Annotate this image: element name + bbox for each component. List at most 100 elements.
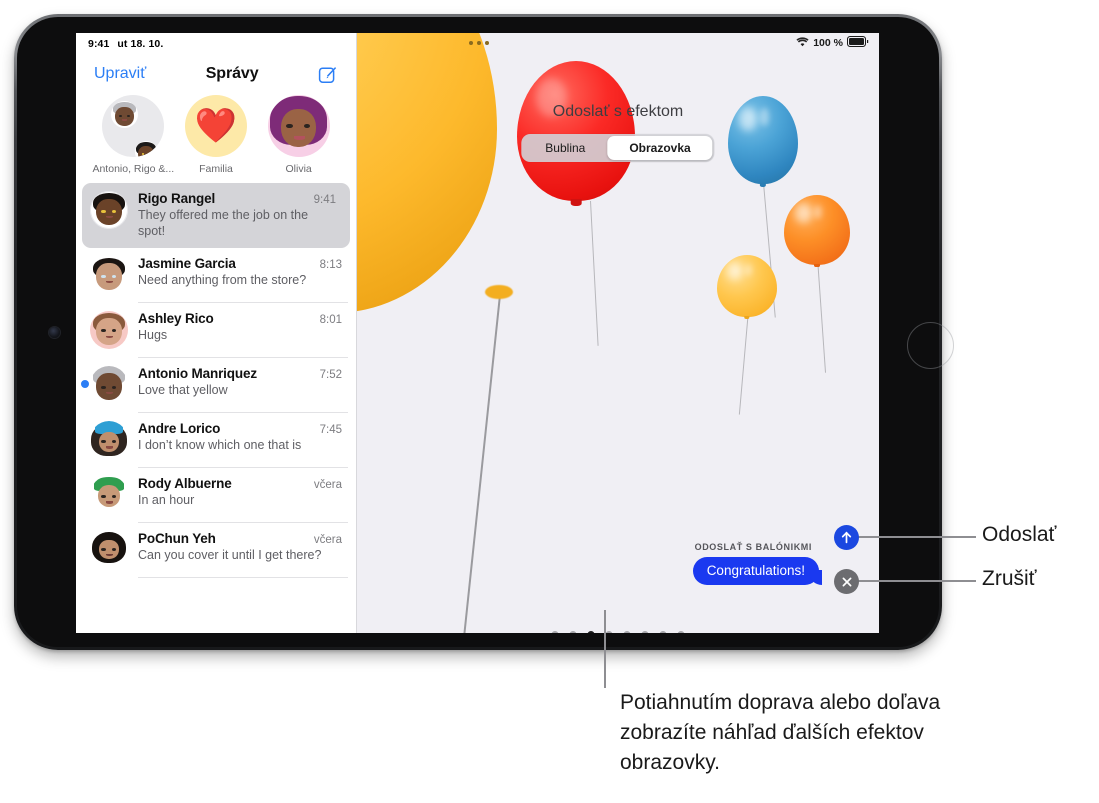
conversation-name: Antonio Manriquez bbox=[138, 365, 257, 381]
pinned-item-olivia[interactable]: Olivia bbox=[262, 95, 336, 175]
conversation-time: 7:45 bbox=[319, 423, 342, 436]
screenshot-root: 9:41 ut 18. 10. Upraviť Správy Antonio, … bbox=[0, 0, 1099, 803]
balloon-orange bbox=[784, 195, 850, 268]
balloon-string-big-yellow bbox=[462, 294, 501, 633]
heart-emoji-avatar: ❤️ bbox=[184, 95, 247, 157]
balloon-string-small-yellow bbox=[738, 309, 749, 415]
conversation-row-rigo-rangel[interactable]: Rigo Rangel 9:41 They offered me the job… bbox=[82, 183, 350, 248]
segment-obrazovka[interactable]: Obrazovka bbox=[607, 136, 713, 160]
wifi-icon bbox=[796, 36, 809, 50]
page-dot[interactable] bbox=[551, 631, 559, 633]
conversation-time: 8:01 bbox=[319, 313, 342, 326]
avatar bbox=[90, 420, 128, 459]
conversation-row-rody-albuerne[interactable]: Rody Albuerne včera In an hour bbox=[76, 468, 356, 522]
conversation-name: Jasmine Garcia bbox=[138, 255, 236, 271]
conversation-row-jasmine-garcia[interactable]: Jasmine Garcia 8:13 Need anything from t… bbox=[76, 248, 356, 302]
balloon-red bbox=[517, 61, 635, 206]
edit-button[interactable]: Upraviť bbox=[94, 65, 146, 83]
page-title: Správy bbox=[205, 65, 259, 82]
effect-type-segmented-control[interactable]: Bublina Obrazovka bbox=[521, 134, 715, 162]
conversation-preview: Hugs bbox=[138, 327, 168, 342]
sidebar-nav-bar: Upraviť Správy bbox=[76, 55, 356, 91]
page-dot[interactable] bbox=[623, 631, 631, 633]
callout-caption-swipe: Potiahnutím doprava alebo doľava zobrazí… bbox=[620, 691, 941, 774]
conversation-name: Ashley Rico bbox=[138, 310, 214, 326]
ipad-screen: 9:41 ut 18. 10. Upraviť Správy Antonio, … bbox=[76, 33, 879, 633]
page-dot[interactable] bbox=[677, 631, 685, 633]
avatar bbox=[90, 191, 128, 229]
conversation-preview: I don’t know which one that is bbox=[138, 437, 302, 452]
home-button[interactable] bbox=[907, 322, 954, 369]
conversation-preview: They offered me the job on the spot! bbox=[138, 208, 309, 239]
avatar bbox=[90, 530, 128, 569]
send-with-effect-label: ODOSLAŤ S BALÓNIKMI bbox=[694, 542, 812, 552]
group-memoji-avatar bbox=[102, 95, 165, 157]
heart-icon: ❤️ bbox=[194, 107, 238, 145]
cancel-button[interactable] bbox=[834, 569, 859, 594]
pinned-item-familia[interactable]: ❤️ Familia bbox=[179, 95, 253, 175]
page-dot[interactable] bbox=[605, 631, 613, 633]
pinned-label: Familia bbox=[199, 163, 233, 175]
conversation-preview: In an hour bbox=[138, 492, 195, 507]
balloon-big-yellow bbox=[357, 33, 497, 313]
conversation-time: 9:41 bbox=[313, 194, 336, 206]
send-button[interactable] bbox=[834, 525, 859, 550]
callout-line-swipe bbox=[604, 610, 606, 688]
callout-label-cancel: Zrušiť bbox=[982, 567, 1037, 590]
main-status-bar: 100 % bbox=[796, 36, 869, 50]
conversation-name: Rigo Rangel bbox=[138, 191, 216, 206]
conversation-list: Rigo Rangel 9:41 They offered me the job… bbox=[76, 183, 356, 594]
effect-preview-panel: 100 % Odoslať s efektom Bublina Obrazovk… bbox=[357, 33, 879, 633]
avatar bbox=[90, 365, 128, 404]
conversation-preview: Love that yellow bbox=[138, 382, 228, 397]
pinned-label: Olivia bbox=[285, 163, 312, 175]
message-bubble: Congratulations! bbox=[692, 557, 823, 585]
effect-page-dots[interactable] bbox=[551, 631, 685, 633]
page-dot[interactable] bbox=[641, 631, 649, 633]
balloon-string-red bbox=[590, 200, 599, 346]
callout-line-cancel bbox=[858, 580, 976, 582]
conversation-row-ashley-rico[interactable]: Ashley Rico 8:01 Hugs bbox=[76, 303, 356, 357]
sidebar-status-bar: 9:41 ut 18. 10. bbox=[76, 33, 356, 55]
status-date: ut 18. 10. bbox=[117, 38, 164, 50]
callout-label-send: Odoslať bbox=[982, 523, 1057, 546]
unread-indicator bbox=[81, 379, 89, 388]
conversation-time: 8:13 bbox=[319, 258, 342, 271]
battery-full-icon bbox=[847, 36, 869, 50]
avatar bbox=[90, 255, 128, 294]
callout-line-send bbox=[858, 536, 976, 538]
avatar bbox=[90, 475, 128, 514]
conversation-row-andre-lorico[interactable]: Andre Lorico 7:45 I don’t know which one… bbox=[76, 413, 356, 467]
conversation-row-partial[interactable] bbox=[76, 578, 356, 594]
conversation-time: 7:52 bbox=[319, 368, 342, 381]
pinned-conversations: Antonio, Rigo &... ❤️ Familia Olivia bbox=[76, 91, 356, 183]
messages-sidebar: 9:41 ut 18. 10. Upraviť Správy Antonio, … bbox=[76, 33, 357, 633]
conversation-preview: Need anything from the store? bbox=[138, 272, 307, 287]
page-dot[interactable] bbox=[659, 631, 667, 633]
conversation-name: PoChun Yeh bbox=[138, 530, 216, 546]
conversation-name: Rody Albuerne bbox=[138, 475, 232, 491]
avatar bbox=[90, 310, 128, 349]
more-dots-icon[interactable] bbox=[469, 41, 489, 45]
pinned-label: Antonio, Rigo &... bbox=[92, 163, 175, 175]
page-dot-active[interactable] bbox=[587, 631, 595, 633]
balloon-small-yellow bbox=[717, 255, 777, 320]
group-face-1 bbox=[111, 101, 139, 129]
battery-percent: 100 % bbox=[813, 37, 843, 49]
conversation-time: včera bbox=[313, 478, 342, 491]
close-x-icon bbox=[842, 577, 851, 586]
olivia-memoji-avatar bbox=[267, 95, 330, 157]
effect-title: Odoslať s efektom bbox=[552, 103, 684, 120]
front-camera-icon bbox=[49, 327, 60, 338]
status-time: 9:41 bbox=[88, 38, 110, 50]
conversation-row-pochun-yeh[interactable]: PoChun Yeh včera Can you cover it until … bbox=[76, 523, 356, 577]
group-face-2 bbox=[134, 140, 159, 157]
segment-bublina[interactable]: Bublina bbox=[523, 136, 607, 160]
compose-icon[interactable] bbox=[318, 64, 338, 84]
page-dot[interactable] bbox=[569, 631, 577, 633]
pinned-item-group[interactable]: Antonio, Rigo &... bbox=[92, 95, 174, 175]
conversation-name: Andre Lorico bbox=[138, 420, 221, 436]
balloon-string-orange bbox=[817, 257, 827, 373]
arrow-up-icon bbox=[841, 531, 852, 544]
conversation-row-antonio-manriquez[interactable]: Antonio Manriquez 7:52 Love that yellow bbox=[76, 358, 356, 412]
